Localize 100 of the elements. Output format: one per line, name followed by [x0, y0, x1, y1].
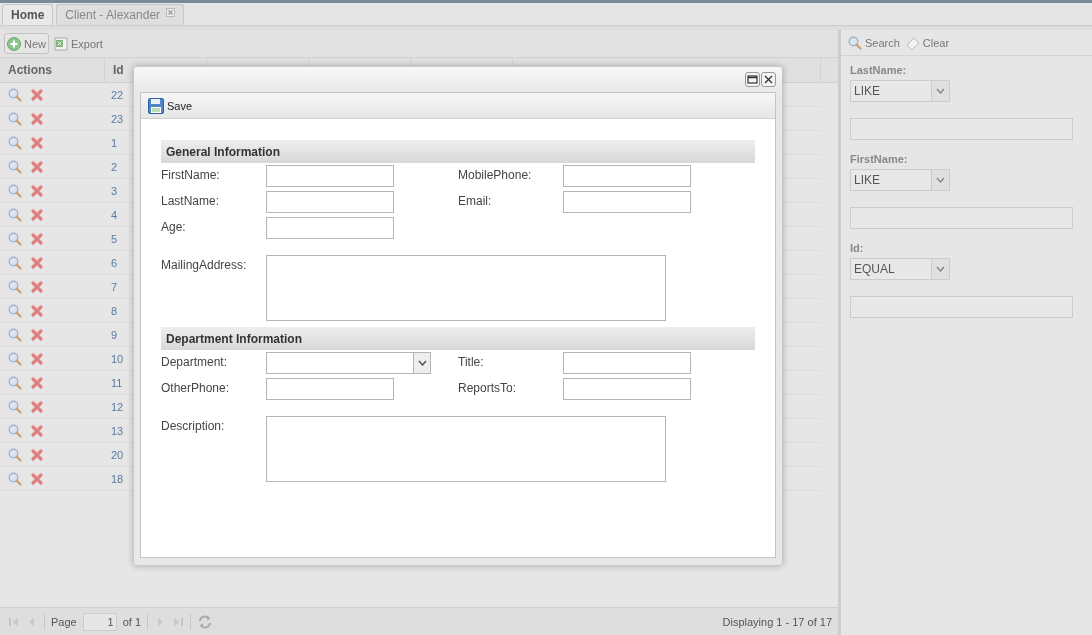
delete-icon[interactable]: [31, 280, 43, 293]
clear-button[interactable]: Clear: [902, 32, 953, 53]
search-icon[interactable]: [8, 231, 22, 246]
table-cell: 3: [110, 184, 117, 197]
search-icon[interactable]: [8, 255, 22, 270]
table-cell: 9: [110, 328, 117, 341]
table-cell: 23: [110, 112, 124, 125]
search-icon[interactable]: [8, 159, 22, 174]
table-cell: 13: [110, 424, 124, 437]
field-label: FirstName:: [161, 167, 221, 184]
search-icon[interactable]: [8, 423, 22, 438]
search-icon[interactable]: [8, 183, 22, 198]
paging-summary: Displaying 1 - 17 of 17: [722, 615, 832, 628]
search-icon[interactable]: [8, 87, 22, 102]
search-icon: [848, 35, 862, 50]
delete-icon[interactable]: [31, 304, 43, 317]
tab[interactable]: Home: [2, 4, 54, 25]
dropdown-field[interactable]: [266, 352, 431, 374]
search-icon[interactable]: [8, 447, 22, 462]
field-label: ReportsTo:: [458, 380, 518, 397]
caret-icon: [417, 360, 427, 366]
table-cell: 11: [110, 376, 123, 389]
column-header[interactable]: Actions: [0, 58, 105, 82]
export-button[interactable]: Export: [51, 33, 106, 54]
table-cell: 8: [110, 304, 117, 317]
delete-icon[interactable]: [31, 232, 43, 245]
table-cell: 7: [110, 280, 117, 293]
new-button[interactable]: New: [4, 33, 49, 54]
last-page-icon[interactable]: [172, 615, 185, 628]
spreadsheet-icon: [54, 36, 68, 51]
delete-icon[interactable]: [31, 376, 43, 389]
caret-icon: [936, 266, 945, 272]
caret-icon: [936, 177, 945, 183]
search-icon[interactable]: [8, 471, 22, 486]
field-label: Department:: [161, 354, 229, 371]
operator-select[interactable]: LIKE: [850, 169, 950, 191]
save-button[interactable]: Save: [145, 95, 196, 116]
delete-icon[interactable]: [31, 88, 43, 101]
field-label: Title:: [458, 354, 485, 371]
delete-icon[interactable]: [31, 160, 43, 173]
filter-value-field[interactable]: [850, 118, 1073, 140]
table-cell: 1: [110, 136, 117, 149]
delete-icon[interactable]: [31, 400, 43, 413]
filter-label: LastName:: [850, 64, 907, 76]
search-icon[interactable]: [8, 207, 22, 222]
filter-value-field[interactable]: [850, 207, 1073, 229]
maximize-button[interactable]: [745, 72, 760, 87]
input-field[interactable]: [266, 378, 394, 400]
operator-select[interactable]: EQUAL: [850, 258, 950, 280]
field-label: MobilePhone:: [458, 167, 533, 184]
table-cell: 4: [110, 208, 117, 221]
delete-icon[interactable]: [31, 352, 43, 365]
input-field[interactable]: [266, 217, 394, 239]
search-icon[interactable]: [8, 279, 22, 294]
search-icon[interactable]: [8, 375, 22, 390]
close-button[interactable]: [761, 72, 776, 87]
delete-icon[interactable]: [31, 112, 43, 125]
delete-icon[interactable]: [31, 328, 43, 341]
delete-icon[interactable]: [31, 136, 43, 149]
search-icon[interactable]: [8, 135, 22, 150]
refresh-icon[interactable]: [197, 613, 214, 630]
delete-icon[interactable]: [31, 184, 43, 197]
page-label: Page: [51, 615, 77, 628]
input-field[interactable]: [563, 352, 691, 374]
input-field[interactable]: [266, 191, 394, 213]
first-page-icon[interactable]: [8, 615, 20, 628]
delete-icon[interactable]: [31, 472, 43, 485]
field-label: Age:: [161, 219, 187, 236]
table-cell: 20: [110, 448, 124, 461]
search-icon[interactable]: [8, 111, 22, 126]
eraser-icon: [905, 35, 920, 50]
field-label: Email:: [458, 193, 493, 210]
input-field[interactable]: [563, 191, 691, 213]
search-icon[interactable]: [8, 327, 22, 342]
delete-icon[interactable]: [31, 256, 43, 269]
search-icon[interactable]: [8, 351, 22, 366]
table-cell: 22: [110, 88, 124, 101]
delete-icon[interactable]: [31, 448, 43, 461]
input-field[interactable]: [563, 378, 691, 400]
search-button[interactable]: Search: [845, 32, 903, 53]
search-icon[interactable]: [8, 303, 22, 318]
text-area[interactable]: [266, 255, 666, 321]
close-icon[interactable]: [166, 8, 176, 17]
page-number-field[interactable]: 1: [82, 612, 117, 631]
table-cell: 2: [110, 160, 117, 173]
table-cell: 18: [110, 472, 124, 485]
input-field[interactable]: [563, 165, 691, 187]
plus-icon: [7, 36, 21, 51]
filter-value-field[interactable]: [850, 296, 1073, 318]
table-cell: 12: [110, 400, 124, 413]
filter-label: FirstName:: [850, 153, 908, 165]
table-cell: 10: [110, 352, 124, 365]
operator-select[interactable]: LIKE: [850, 80, 950, 102]
input-field[interactable]: [266, 165, 394, 187]
search-icon[interactable]: [8, 399, 22, 414]
text-area[interactable]: [266, 416, 666, 482]
delete-icon[interactable]: [31, 208, 43, 221]
section-header: Department Information: [161, 327, 755, 350]
field-label: Description:: [161, 418, 226, 435]
delete-icon[interactable]: [31, 424, 43, 437]
